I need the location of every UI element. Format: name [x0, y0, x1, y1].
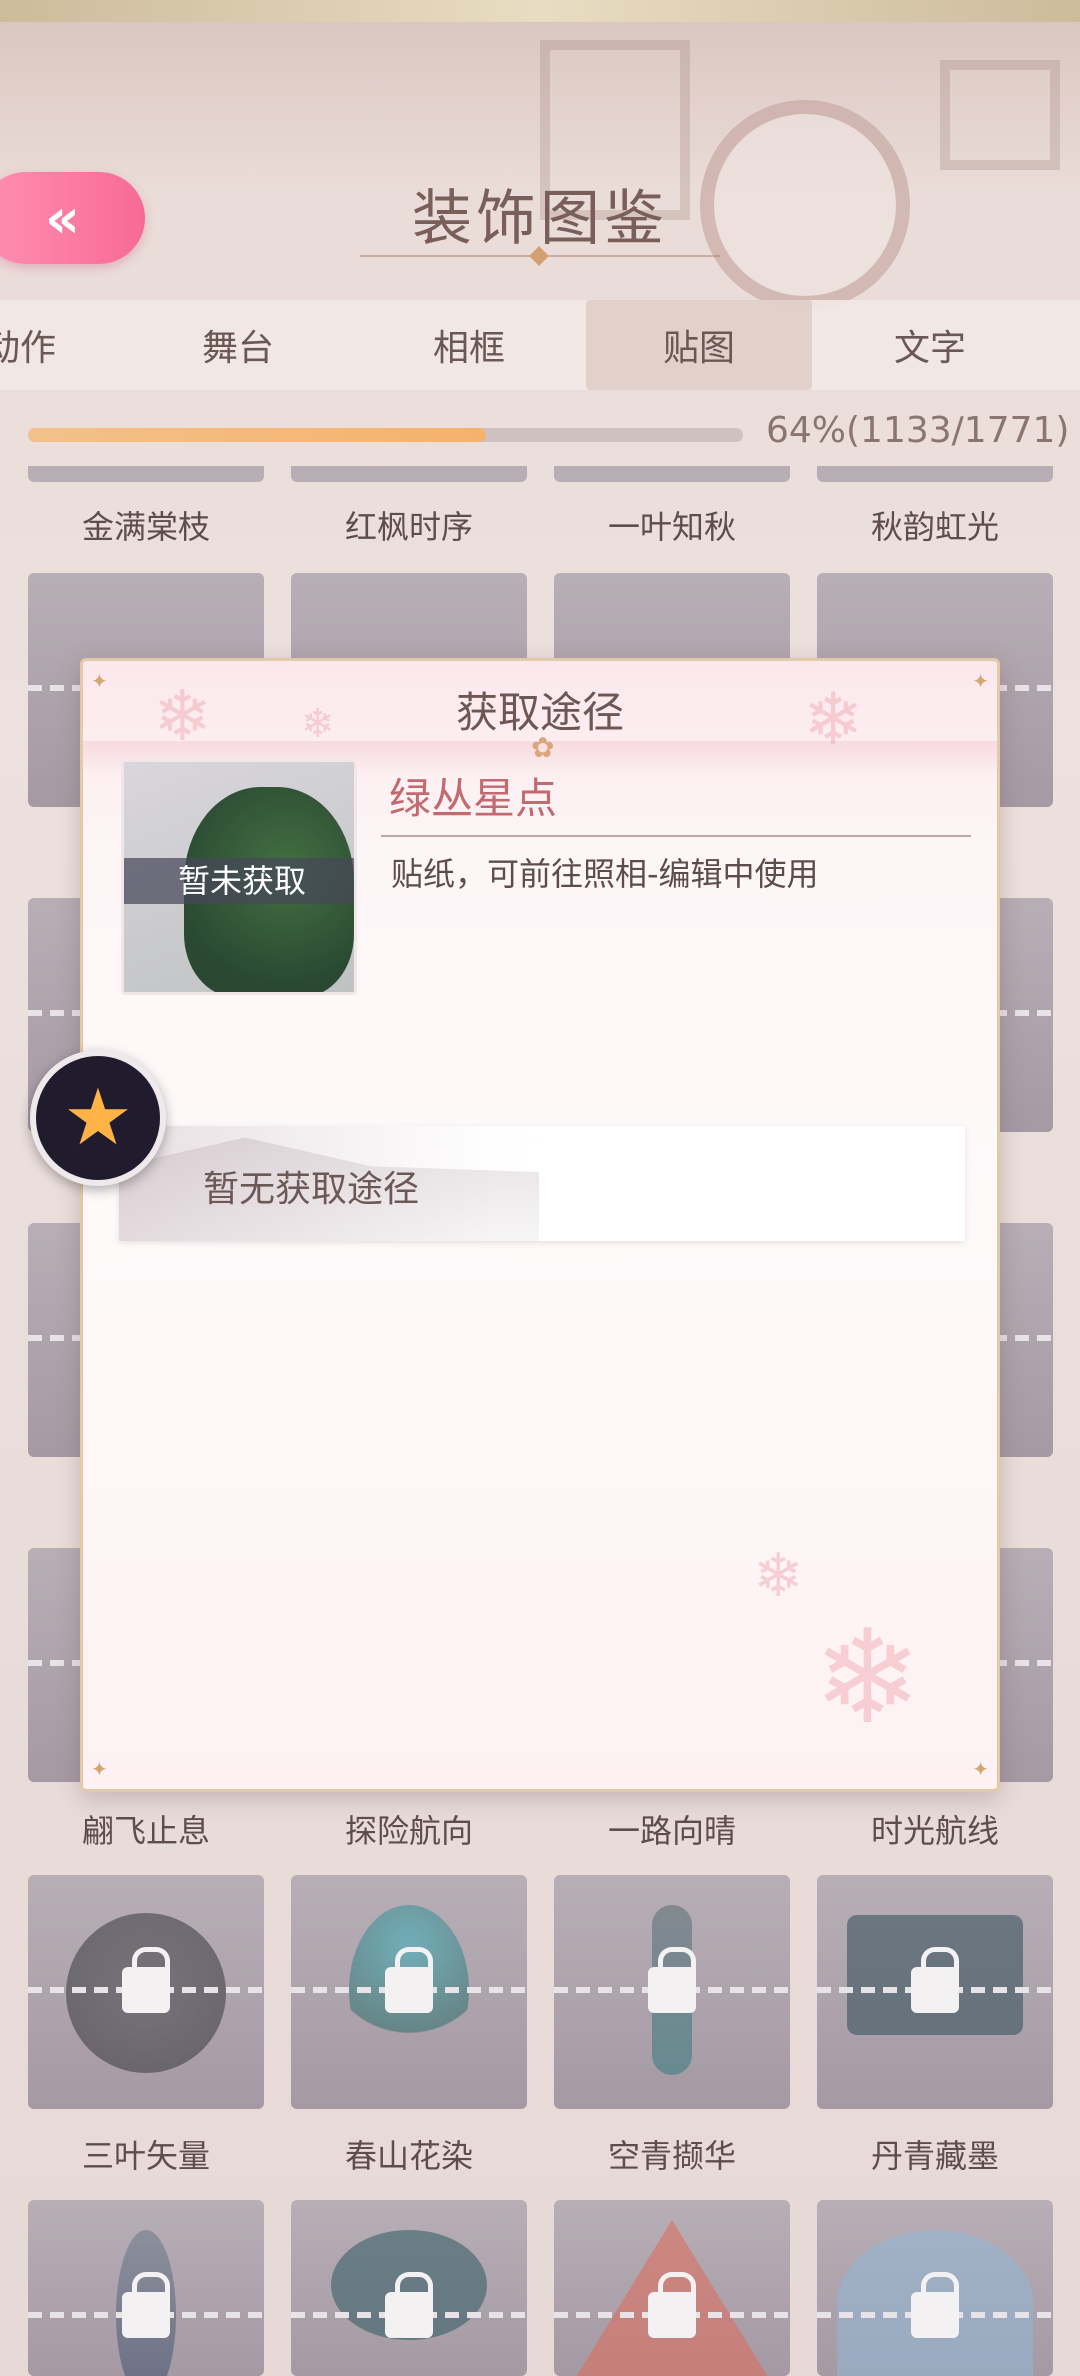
grid-item-label: 丹青藏墨 [870, 2137, 999, 2175]
snowflake-icon: ❄ [753, 1541, 804, 1611]
tab-stage[interactable]: 舞台 [124, 300, 352, 390]
grid-item-label: 三叶矢量 [81, 2137, 210, 2175]
tab-frame[interactable]: 相框 [355, 300, 583, 390]
grid-item-label: 时光航线 [870, 1812, 999, 1850]
background-frame [940, 60, 1060, 170]
tab-action[interactable]: 动作 [0, 300, 110, 390]
item-name: 绿丛星点 [389, 774, 558, 823]
grid-item-partial[interactable] [554, 466, 790, 482]
top-ornament [0, 0, 1080, 22]
padlock-icon [385, 1947, 433, 2013]
grid-item-label: 一叶知秋 [607, 508, 736, 546]
grid-item-label: 探险航向 [344, 1812, 473, 1850]
padlock-icon [648, 1947, 696, 2013]
corner-ornament-icon: ✦ [91, 669, 108, 693]
collection-progress-bar [28, 428, 743, 442]
acquisition-modal: 获取途径 ✿ ✦ ✦ ✦ ✦ ❄ ❄ ❄ ❄ ❄ 暂未获取 绿丛星点 贴纸，可前… [80, 658, 1000, 1792]
corner-ornament-icon: ✦ [972, 1757, 989, 1781]
grid-item[interactable] [817, 1875, 1053, 2109]
grid-item[interactable] [291, 2200, 527, 2376]
grid-item[interactable] [28, 2200, 264, 2376]
grid-item-label: 金满棠枝 [81, 508, 210, 546]
snowflake-icon: ❄ [803, 677, 864, 761]
snowflake-icon: ❄ [153, 675, 212, 757]
grid-item[interactable] [817, 2200, 1053, 2376]
page-title: 装饰图鉴 [412, 184, 668, 254]
floating-assistant-button[interactable]: ★ [30, 1050, 166, 1186]
acquisition-source-box: 暂无获取途径 [119, 1126, 965, 1241]
padlock-icon [385, 2272, 433, 2338]
item-description: 贴纸，可前往照相-编辑中使用 [391, 855, 819, 893]
grid-item-label: 秋韵虹光 [870, 508, 999, 546]
collection-progress-fill [28, 428, 486, 442]
padlock-icon [911, 1947, 959, 2013]
grid-item-label: 红枫时序 [344, 508, 473, 546]
flower-ornament-icon: ✿ [531, 731, 555, 764]
grid-item-label: 空青撷华 [607, 2137, 736, 2175]
grid-item-partial[interactable] [291, 466, 527, 482]
category-tabs: 动作 舞台 相框 贴图 文字 [0, 300, 1080, 390]
item-divider [381, 835, 971, 837]
padlock-icon [911, 2272, 959, 2338]
grid-item-label: 一路向晴 [607, 1812, 736, 1850]
grid-item[interactable] [554, 1875, 790, 2109]
grid-item-label: 翩飞止息 [81, 1812, 210, 1850]
snowflake-icon: ❄ [813, 1601, 922, 1753]
corner-ornament-icon: ✦ [91, 1757, 108, 1781]
acquisition-source-text: 暂无获取途径 [203, 1169, 420, 1210]
snowflake-icon: ❄ [301, 701, 335, 747]
padlock-icon [122, 2272, 170, 2338]
grid-item[interactable] [291, 1875, 527, 2109]
grid-item-label: 春山花染 [344, 2137, 473, 2175]
tab-text[interactable]: 文字 [816, 300, 1044, 390]
collection-progress-label: 64%(1133/1771) [766, 410, 1070, 451]
padlock-icon [648, 2272, 696, 2338]
padlock-icon [122, 1947, 170, 2013]
grid-item[interactable] [554, 2200, 790, 2376]
tab-sticker[interactable]: 贴图 [586, 300, 812, 390]
grid-item[interactable] [28, 1875, 264, 2109]
sticker-thumbnail: 暂未获取 [121, 759, 357, 995]
star-app-icon: ★ [63, 1073, 133, 1163]
grid-item-partial[interactable] [817, 466, 1053, 482]
grid-item-partial[interactable] [28, 466, 264, 482]
status-banner: 暂未获取 [124, 858, 354, 904]
corner-ornament-icon: ✦ [972, 669, 989, 693]
